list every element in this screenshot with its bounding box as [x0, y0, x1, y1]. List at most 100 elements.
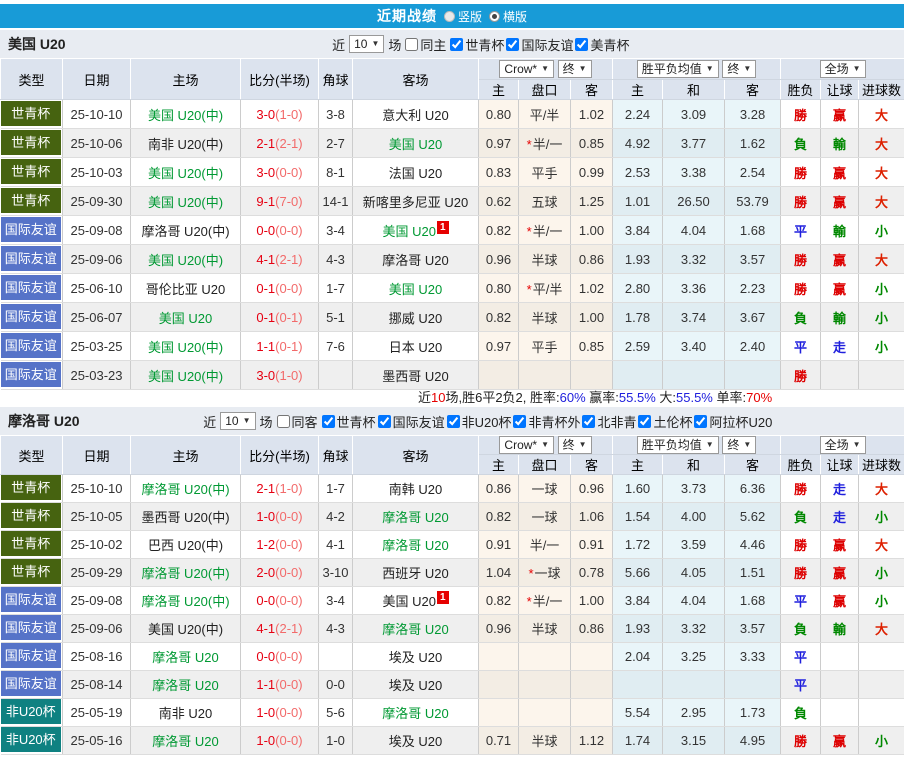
odds-company-select[interactable]: Crow*▼: [499, 436, 554, 454]
result: 平: [781, 216, 821, 245]
avg-home: 1.93: [613, 245, 663, 274]
score: 0-1(0-1): [241, 303, 319, 332]
league-filter[interactable]: 土伦杯: [638, 412, 692, 431]
section-header: 摩洛哥 U20 近 10▼ 场 同客 世青杯国际友谊非U20杯非青杯外北非青土伦…: [0, 407, 904, 435]
home-team: 摩洛哥 U20: [131, 671, 241, 699]
avg-home: [613, 361, 663, 390]
avg-draw: 3.73: [663, 475, 725, 503]
league-checkbox[interactable]: [513, 415, 526, 428]
same-venue-checkbox[interactable]: [277, 415, 290, 428]
match-date: 25-06-10: [63, 274, 131, 303]
league-checkbox[interactable]: [638, 415, 651, 428]
avg-time-select[interactable]: 终▼: [722, 60, 756, 78]
goals-total: 大: [859, 531, 904, 559]
odds-company-select[interactable]: Crow*▼: [499, 60, 554, 78]
match-row: 国际友谊25-09-08摩洛哥 U20(中)0-0(0-0)3-4美国 U201…: [1, 587, 904, 615]
match-type: 国际友谊: [1, 587, 63, 615]
league-filter[interactable]: 世青杯: [450, 35, 504, 54]
scope-select[interactable]: 全场▼: [820, 60, 866, 78]
col-result: 胜负: [781, 455, 821, 475]
league-filter[interactable]: 国际友谊: [506, 35, 573, 54]
goals-total: 大: [859, 158, 904, 187]
same-venue-filter[interactable]: 同客: [277, 412, 318, 431]
stats-summary-part: 60%: [560, 390, 586, 405]
stats-summary-part: 赢率:: [586, 390, 619, 405]
result: 平: [781, 587, 821, 615]
result: 勝: [781, 361, 821, 390]
recent-count-select[interactable]: 10▼: [220, 412, 255, 430]
handicap-result: 赢: [821, 274, 859, 303]
league-checkbox[interactable]: [322, 415, 335, 428]
match-date: 25-06-07: [63, 303, 131, 332]
odds-away: 0.78: [571, 559, 613, 587]
match-row: 国际友谊25-08-14摩洛哥 U201-1(0-0)0-0埃及 U20平: [1, 671, 904, 699]
match-type: 国际友谊: [1, 643, 63, 671]
avg-home: 2.24: [613, 100, 663, 129]
home-team: 美国 U20(中): [131, 158, 241, 187]
match-type: 非U20杯: [1, 699, 63, 727]
col-odds-away: 客: [571, 455, 613, 475]
league-checkbox[interactable]: [378, 415, 391, 428]
away-team: 新喀里多尼亚 U20: [353, 187, 479, 216]
match-row: 国际友谊25-06-10哥伦比亚 U200-1(0-0)1-7美国 U200.8…: [1, 274, 904, 303]
league-filter[interactable]: 非U20杯: [447, 412, 512, 431]
league-checkbox[interactable]: [575, 38, 588, 51]
league-checkbox[interactable]: [447, 415, 460, 428]
avg-odds-select[interactable]: 胜平负均值▼: [637, 60, 719, 78]
handicap: 半球: [519, 615, 571, 643]
radio-selected-icon[interactable]: [489, 11, 500, 22]
avg-time-select[interactable]: 终▼: [722, 436, 756, 454]
goals-total: [859, 671, 904, 699]
same-venue-filter[interactable]: 同主: [405, 35, 446, 54]
league-filter[interactable]: 阿拉杯U20: [694, 412, 772, 431]
corners: 0-0: [319, 671, 353, 699]
handicap-result: 輸: [821, 615, 859, 643]
odds-home: 0.91: [479, 531, 519, 559]
section-header: 美国 U20 近 10▼ 场 同主 世青杯国际友谊美青杯: [0, 30, 904, 58]
handicap: 一球: [519, 503, 571, 531]
goals-total: [859, 643, 904, 671]
league-checkbox[interactable]: [506, 38, 519, 51]
match-date: 25-03-23: [63, 361, 131, 390]
avg-draw: 3.25: [663, 643, 725, 671]
layout-horizontal-radio[interactable]: 横版: [489, 8, 527, 25]
odds-time-select[interactable]: 终▼: [558, 436, 592, 454]
odds-away: 0.86: [571, 245, 613, 274]
layout-vertical-radio[interactable]: 竖版: [444, 8, 482, 25]
odds-time-select[interactable]: 终▼: [558, 60, 592, 78]
home-team: 南非 U20: [131, 699, 241, 727]
odds-home: [479, 671, 519, 699]
away-team: 南韩 U20: [353, 475, 479, 503]
match-row: 世青杯25-10-10摩洛哥 U20(中)2-1(1-0)1-7南韩 U200.…: [1, 475, 904, 503]
handicap: *半/一: [519, 129, 571, 158]
score: 1-0(0-0): [241, 699, 319, 727]
recent-count-select[interactable]: 10▼: [349, 35, 384, 53]
league-checkbox[interactable]: [694, 415, 707, 428]
avg-home: 2.53: [613, 158, 663, 187]
col-avg-home: 主: [613, 455, 663, 475]
away-team: 挪威 U20: [353, 303, 479, 332]
result: 勝: [781, 274, 821, 303]
match-type: 世青杯: [1, 475, 63, 503]
home-team: 美国 U20(中): [131, 615, 241, 643]
avg-odds-select[interactable]: 胜平负均值▼: [637, 436, 719, 454]
scope-select[interactable]: 全场▼: [820, 436, 866, 454]
match-date: 25-10-10: [63, 100, 131, 129]
league-checkbox[interactable]: [450, 38, 463, 51]
league-filter[interactable]: 世青杯: [322, 412, 376, 431]
league-checkbox[interactable]: [582, 415, 595, 428]
avg-away: 1.62: [725, 129, 781, 158]
league-filter[interactable]: 国际友谊: [378, 412, 445, 431]
league-filter[interactable]: 北非青: [582, 412, 636, 431]
league-filter[interactable]: 美青杯: [575, 35, 629, 54]
radio-unselected-icon[interactable]: [444, 11, 455, 22]
home-team: 哥伦比亚 U20: [131, 274, 241, 303]
handicap: 五球: [519, 187, 571, 216]
handicap: 平/半: [519, 100, 571, 129]
stats-summary-part: 55.5%: [676, 390, 713, 405]
near-label: 近: [332, 35, 345, 54]
same-venue-checkbox[interactable]: [405, 38, 418, 51]
odds-home: [479, 361, 519, 390]
away-team: 墨西哥 U20: [353, 361, 479, 390]
league-filter[interactable]: 非青杯外: [513, 412, 580, 431]
